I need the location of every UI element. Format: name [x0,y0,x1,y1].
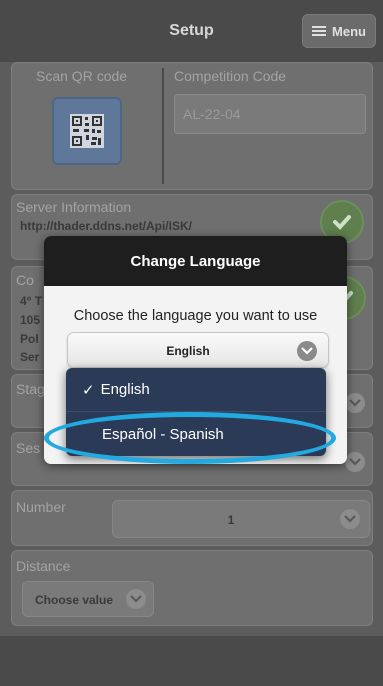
divider [162,68,164,184]
session-label: Ses [16,440,41,456]
checkmark-icon: ✓ [82,381,95,399]
competition-code-input[interactable]: AL-22-04 [174,94,366,134]
language-select[interactable]: English [67,332,329,368]
scan-qr-label: Scan QR code [36,68,128,84]
highlight-ellipse [44,412,336,464]
session-chevron-icon[interactable] [345,452,365,472]
info-line-2: 105 [20,313,41,327]
dialog-prompt: Choose the language you want to use [73,308,318,324]
language-select-value: English [166,344,210,358]
info-line-1: 4° T [20,294,43,308]
competition-code-label: Competition Code [174,68,287,84]
distance-select-label: Choose value [35,593,114,607]
stage-chevron-icon[interactable] [345,393,365,413]
menu-label: Menu [332,23,366,39]
option-label: English [100,381,150,398]
checkmark-icon [333,215,351,230]
info-line-4: Ser [20,350,40,364]
number-label: Number [16,499,66,515]
distance-chevron-icon [126,589,146,609]
competition-info-label: Co [16,272,34,288]
scan-qr-button[interactable] [52,97,122,165]
language-option-english[interactable]: ✓ English [66,368,326,412]
app-footer [0,636,383,686]
number-chevron-icon [340,509,360,529]
qr-code-icon [70,114,104,148]
dialog-title: Change Language [44,236,347,286]
chevron-down-icon [297,341,317,361]
number-value: 1 [227,513,235,527]
server-url: http://thader.ddns.net/Api/ISK/ [20,219,192,233]
hamburger-icon [312,26,327,36]
distance-label: Distance [16,558,71,574]
stage-label: Stag [16,381,45,397]
info-line-3: Pol [20,332,39,346]
server-info-label: Server Information [16,199,132,215]
menu-button[interactable]: Menu [302,14,376,48]
